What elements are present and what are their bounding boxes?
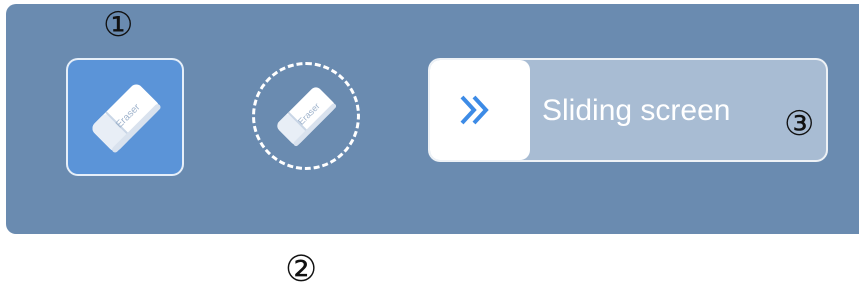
slider-handle[interactable]	[430, 60, 530, 160]
eraser-drag-indicator[interactable]: Eraser	[252, 62, 360, 170]
eraser-icon: Eraser	[76, 68, 174, 166]
sliding-screen-slider[interactable]: Sliding screen	[428, 58, 828, 162]
slider-label: Sliding screen	[542, 94, 731, 127]
annotation-marker-3: ③	[784, 104, 815, 144]
annotation-marker-2: ②	[285, 249, 318, 290]
eraser-button[interactable]: Eraser	[66, 58, 184, 176]
annotation-marker-1: ①	[103, 5, 134, 45]
eraser-icon: Eraser	[260, 70, 352, 162]
double-chevron-right-icon	[456, 93, 496, 131]
